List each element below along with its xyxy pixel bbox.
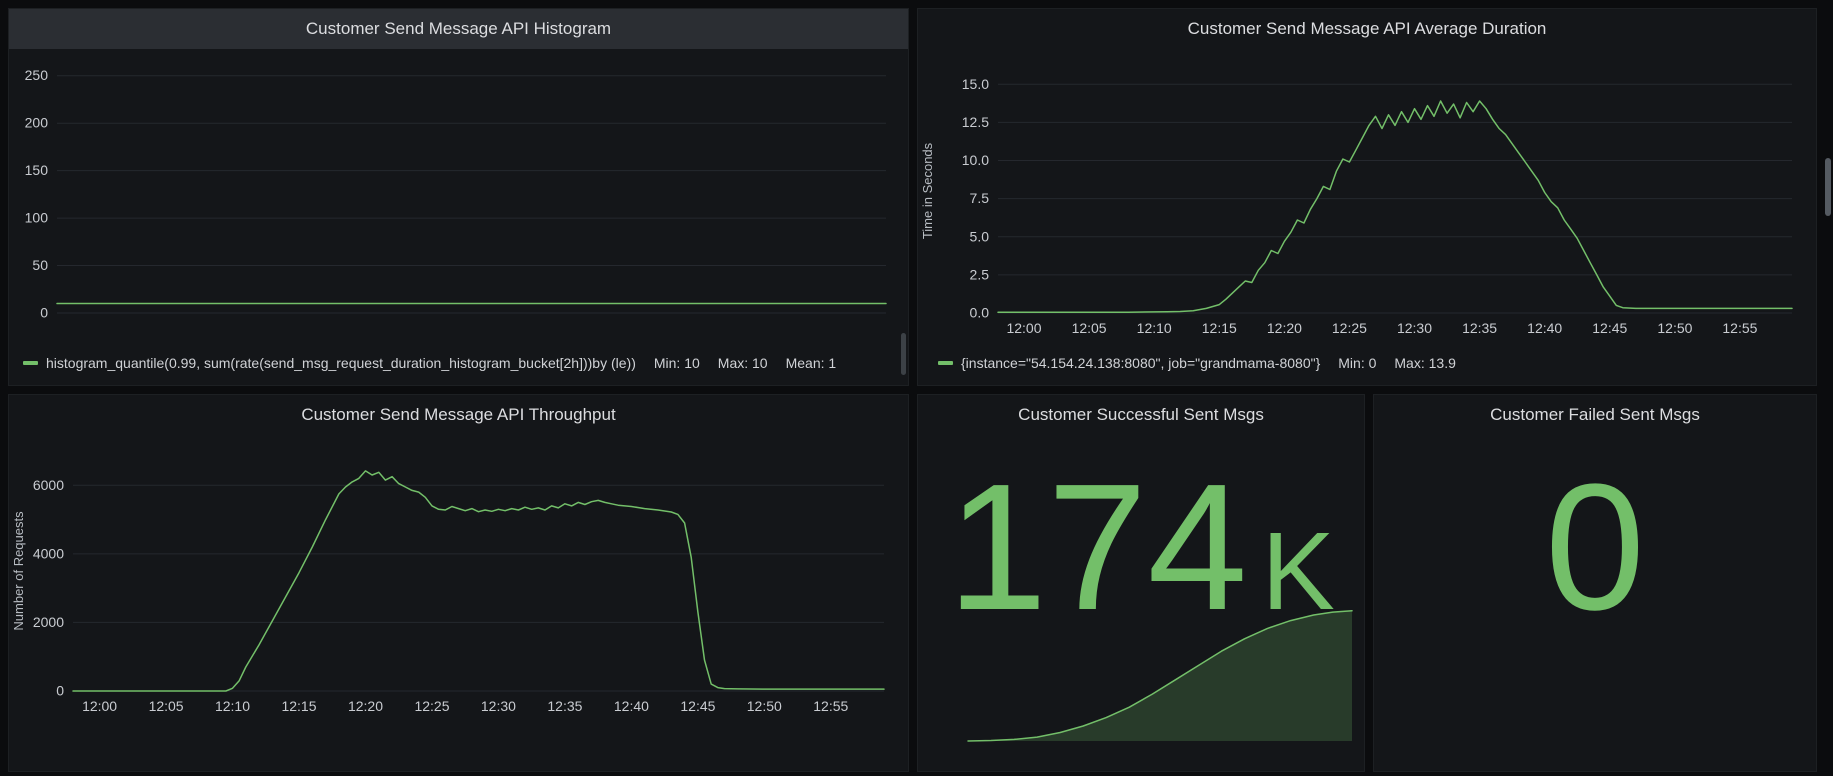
panel-failed-title[interactable]: Customer Failed Sent Msgs (1374, 395, 1816, 435)
svg-text:12:15: 12:15 (281, 698, 316, 714)
svg-text:0.0: 0.0 (970, 305, 990, 321)
panel-histogram-title[interactable]: Customer Send Message API Histogram (9, 9, 908, 49)
svg-text:12:45: 12:45 (680, 698, 715, 714)
svg-text:100: 100 (25, 210, 49, 226)
legend-stat-min: Min: 10 (654, 355, 700, 371)
series-color-dash (938, 361, 953, 365)
svg-text:12:50: 12:50 (1657, 320, 1692, 336)
svg-text:Time in Seconds: Time in Seconds (920, 142, 935, 239)
svg-text:12:55: 12:55 (1722, 320, 1757, 336)
panel-histogram: Customer Send Message API Histogram 0 50 1… (8, 8, 909, 386)
panel-throughput: Customer Send Message API Throughput 0 20… (8, 394, 909, 772)
panel-average-duration: Customer Send Message API Average Durati… (917, 8, 1817, 386)
legend-stat-min: Min: 0 (1338, 355, 1376, 371)
svg-text:150: 150 (25, 162, 49, 178)
svg-text:12:35: 12:35 (1462, 320, 1497, 336)
svg-text:12:50: 12:50 (747, 698, 782, 714)
throughput-chart[interactable]: 0 2000 4000 6000 12:00 12:05 12:10 12:15 12:20 12… (9, 435, 900, 727)
panel-duration-title[interactable]: Customer Send Message API Average Durati… (918, 9, 1816, 49)
svg-text:0: 0 (56, 683, 64, 699)
legend-stat-mean: Mean: 1 (786, 355, 837, 371)
success-stat-suffix: K (1261, 510, 1334, 633)
svg-text:12:00: 12:00 (82, 698, 117, 714)
svg-text:12:10: 12:10 (215, 698, 250, 714)
page-scrollbar-thumb[interactable] (1825, 158, 1831, 216)
series-name[interactable]: histogram_quantile(0.99, sum(rate(send_m… (46, 355, 636, 371)
svg-text:12:05: 12:05 (1072, 320, 1107, 336)
svg-text:12:20: 12:20 (1267, 320, 1302, 336)
svg-text:12:25: 12:25 (1332, 320, 1367, 336)
svg-text:12:40: 12:40 (614, 698, 649, 714)
svg-text:12:30: 12:30 (481, 698, 516, 714)
svg-text:12:40: 12:40 (1527, 320, 1562, 336)
svg-text:200: 200 (25, 115, 49, 131)
svg-text:2000: 2000 (33, 614, 64, 630)
failed-stat-number: 0 (1545, 447, 1645, 648)
page-scrollbar-track[interactable] (1823, 0, 1833, 719)
histogram-chart[interactable]: 0 50 100 150 200 250 (9, 49, 902, 321)
svg-text:15.0: 15.0 (962, 76, 989, 92)
series-color-dash (23, 361, 38, 365)
panel-throughput-title[interactable]: Customer Send Message API Throughput (9, 395, 908, 435)
series-name[interactable]: {instance="54.154.24.138:8080", job="gra… (961, 355, 1320, 371)
svg-text:2.5: 2.5 (970, 266, 990, 282)
svg-text:12:20: 12:20 (348, 698, 383, 714)
panel-successful-sent-msgs: Customer Successful Sent Msgs 174K (917, 394, 1365, 772)
failed-stat-value: 0 (1374, 453, 1816, 642)
svg-text:Number of Requests: Number of Requests (11, 511, 26, 631)
svg-text:6000: 6000 (33, 477, 64, 493)
panel-failed-sent-msgs: Customer Failed Sent Msgs 0 (1373, 394, 1817, 772)
svg-text:7.5: 7.5 (970, 190, 990, 206)
svg-text:250: 250 (25, 67, 49, 83)
svg-text:4000: 4000 (33, 545, 64, 561)
panel-success-title[interactable]: Customer Successful Sent Msgs (918, 395, 1364, 435)
svg-text:12:10: 12:10 (1137, 320, 1172, 336)
legend: histogram_quantile(0.99, sum(rate(send_m… (23, 355, 900, 371)
legend: {instance="54.154.24.138:8080", job="gra… (938, 355, 1808, 371)
success-stat-value: 174K (918, 453, 1364, 642)
svg-text:50: 50 (32, 257, 48, 273)
svg-text:0: 0 (40, 305, 48, 321)
duration-chart[interactable]: 0.0 2.5 5.0 7.5 10.0 12.5 15.0 12:00 12:05 12:10 1… (918, 53, 1808, 353)
svg-text:12:55: 12:55 (813, 698, 848, 714)
svg-text:12:25: 12:25 (414, 698, 449, 714)
svg-text:12:35: 12:35 (547, 698, 582, 714)
svg-text:5.0: 5.0 (970, 228, 990, 244)
svg-text:12:30: 12:30 (1397, 320, 1432, 336)
svg-text:12:00: 12:00 (1006, 320, 1041, 336)
svg-text:12.5: 12.5 (962, 114, 989, 130)
svg-text:10.0: 10.0 (962, 152, 989, 168)
legend-stat-max: Max: 10 (718, 355, 768, 371)
svg-text:12:15: 12:15 (1202, 320, 1237, 336)
legend-stat-max: Max: 13.9 (1394, 355, 1455, 371)
svg-text:12:45: 12:45 (1592, 320, 1627, 336)
success-stat-number: 174 (947, 447, 1247, 648)
svg-text:12:05: 12:05 (149, 698, 184, 714)
legend-scrollbar-thumb[interactable] (901, 333, 906, 375)
